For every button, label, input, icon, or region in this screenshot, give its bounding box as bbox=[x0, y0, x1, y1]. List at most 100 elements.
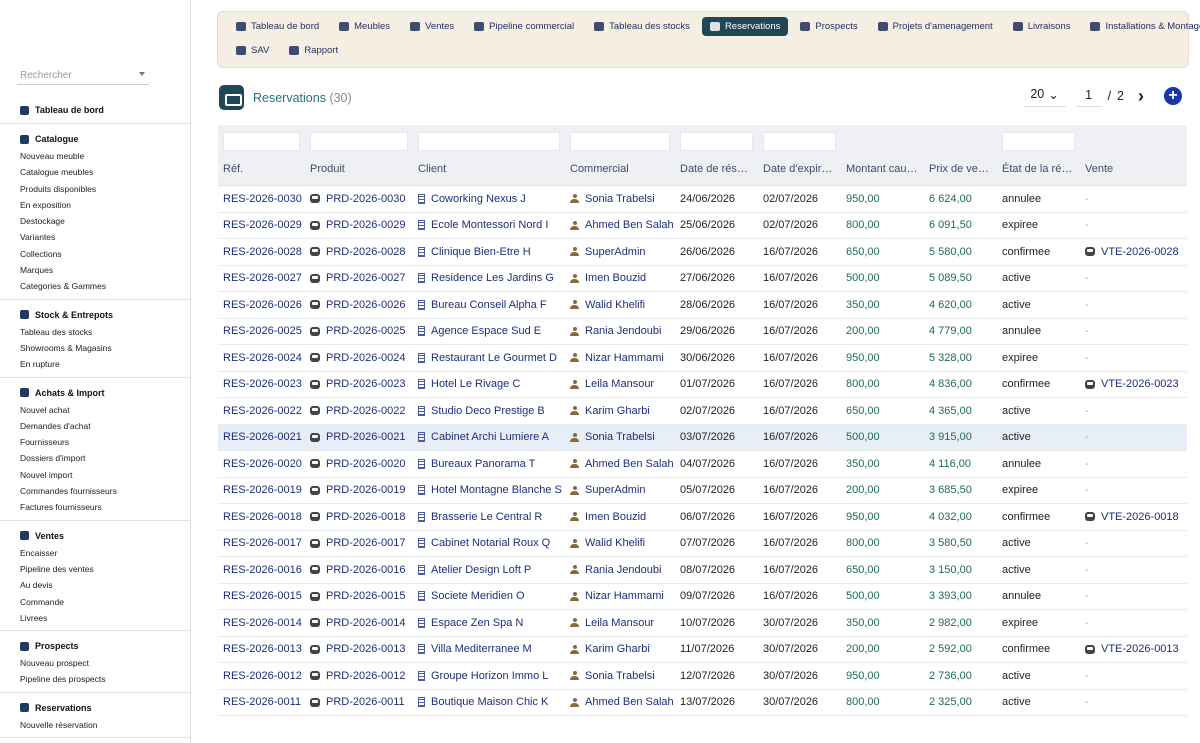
reservation-link[interactable]: RES-2026-0030 bbox=[223, 193, 302, 205]
client-link[interactable]: Brasserie Le Central R bbox=[418, 511, 560, 523]
reservation-link[interactable]: RES-2026-0027 bbox=[223, 272, 302, 284]
reservation-link[interactable]: RES-2026-0014 bbox=[223, 617, 302, 629]
reservation-link[interactable]: RES-2026-0024 bbox=[223, 352, 302, 364]
client-link[interactable]: Restaurant Le Gourmet D bbox=[418, 352, 560, 364]
menu-item[interactable]: Marques bbox=[0, 262, 190, 278]
table-row[interactable]: RES-2026-0016 PRD-2026-0016 Atelier Design… bbox=[218, 556, 1187, 584]
reservation-link[interactable]: RES-2026-0025 bbox=[223, 325, 302, 337]
table-row[interactable]: RES-2026-0013 PRD-2026-0013 Villa Mediterr… bbox=[218, 636, 1187, 663]
sale-link[interactable]: VTE-2026-0013 bbox=[1085, 643, 1182, 655]
reservation-link[interactable]: RES-2026-0011 bbox=[223, 696, 301, 708]
menu-item[interactable]: Collections bbox=[0, 246, 190, 262]
table-row[interactable]: RES-2026-0029 PRD-2026-0029 Ecole Montesso… bbox=[218, 212, 1187, 239]
menu-item[interactable]: Pipeline des ventes bbox=[0, 561, 190, 577]
column-filter-input[interactable] bbox=[763, 131, 836, 151]
nav-tab-tableau-de-bord[interactable]: Tableau de bord bbox=[228, 17, 327, 36]
column-header[interactable]: Commercial bbox=[565, 153, 675, 186]
reservation-link[interactable]: RES-2026-0021 bbox=[223, 431, 302, 443]
menu-item[interactable]: Fournisseurs bbox=[0, 434, 190, 450]
column-header[interactable]: Produit bbox=[305, 153, 413, 186]
commercial-link[interactable]: Sonia Trabelsi bbox=[570, 670, 670, 682]
product-link[interactable]: PRD-2026-0020 bbox=[310, 458, 408, 470]
menu-item[interactable]: Pipeline des prospects bbox=[0, 671, 190, 687]
nav-tab-sav[interactable]: SAV bbox=[228, 41, 277, 60]
column-filter-input[interactable] bbox=[570, 131, 670, 151]
column-filter-input[interactable] bbox=[310, 131, 408, 151]
sale-link[interactable]: VTE-2026-0023 bbox=[1085, 378, 1182, 390]
reservation-link[interactable]: RES-2026-0026 bbox=[223, 299, 302, 311]
product-link[interactable]: PRD-2026-0018 bbox=[310, 511, 408, 523]
client-link[interactable]: Boutique Maison Chic K bbox=[418, 696, 560, 708]
product-link[interactable]: PRD-2026-0024 bbox=[310, 352, 408, 364]
commercial-link[interactable]: Rania Jendoubi bbox=[570, 325, 670, 337]
commercial-link[interactable]: Rania Jendoubi bbox=[570, 564, 670, 576]
menu-section-title[interactable]: Prospects bbox=[0, 637, 190, 655]
client-link[interactable]: Hotel Montagne Blanche S bbox=[418, 484, 562, 496]
column-filter-input[interactable] bbox=[680, 131, 753, 151]
nav-tab-tableau-des-stocks[interactable]: Tableau des stocks bbox=[586, 17, 698, 36]
client-link[interactable]: Agence Espace Sud E bbox=[418, 325, 560, 337]
menu-section-title[interactable]: Catalogue bbox=[0, 130, 190, 148]
table-row[interactable]: RES-2026-0023 PRD-2026-0023 Hotel Le Rivag… bbox=[218, 371, 1187, 398]
column-header[interactable]: Vente bbox=[1080, 153, 1187, 186]
commercial-link[interactable]: Sonia Trabelsi bbox=[570, 431, 670, 443]
product-link[interactable]: PRD-2026-0019 bbox=[310, 484, 408, 496]
product-link[interactable]: PRD-2026-0021 bbox=[310, 431, 408, 443]
table-row[interactable]: RES-2026-0017 PRD-2026-0017 Cabinet Notari… bbox=[218, 530, 1187, 557]
menu-section-title[interactable]: Stock & Entrepots bbox=[0, 306, 190, 324]
product-link[interactable]: PRD-2026-0014 bbox=[310, 617, 408, 629]
menu-item[interactable]: Au devis bbox=[0, 577, 190, 593]
commercial-link[interactable]: Nizar Hammami bbox=[570, 590, 670, 602]
client-link[interactable]: Groupe Horizon Immo L bbox=[418, 670, 560, 682]
product-link[interactable]: PRD-2026-0027 bbox=[310, 272, 408, 284]
commercial-link[interactable]: Leila Mansour bbox=[570, 617, 670, 629]
commercial-link[interactable]: SuperAdmin bbox=[570, 484, 670, 496]
client-link[interactable]: Clinique Bien-Etre H bbox=[418, 246, 560, 258]
client-link[interactable]: Societe Meridien O bbox=[418, 590, 560, 602]
product-link[interactable]: PRD-2026-0028 bbox=[310, 246, 408, 258]
reservation-link[interactable]: RES-2026-0029 bbox=[223, 219, 302, 231]
menu-item[interactable]: En rupture bbox=[0, 356, 190, 372]
column-header[interactable]: Date d'expir… bbox=[758, 153, 841, 186]
search-select[interactable]: Rechercher bbox=[17, 66, 149, 85]
table-row[interactable]: RES-2026-0021 PRD-2026-0021 Cabinet Archi … bbox=[218, 424, 1187, 451]
table-row[interactable]: RES-2026-0015 PRD-2026-0015 Societe Meridi… bbox=[218, 583, 1187, 610]
nav-tab-projets-d-amenagement[interactable]: Projets d'amenagement bbox=[870, 17, 1001, 36]
menu-item[interactable]: Nouvel achat bbox=[0, 402, 190, 418]
product-link[interactable]: PRD-2026-0026 bbox=[310, 299, 408, 311]
product-link[interactable]: PRD-2026-0025 bbox=[310, 325, 408, 337]
plus-circle-icon[interactable]: + bbox=[1164, 87, 1182, 105]
menu-item[interactable]: Categories & Gammes bbox=[0, 278, 190, 294]
client-link[interactable]: Coworking Nexus J bbox=[418, 193, 560, 205]
menu-item[interactable]: Catalogue meubles bbox=[0, 164, 190, 180]
table-row[interactable]: RES-2026-0030 PRD-2026-0030 Coworking Nexu… bbox=[218, 185, 1187, 213]
column-header[interactable]: État de la ré… bbox=[997, 153, 1080, 186]
menu-item[interactable]: En exposition bbox=[0, 197, 190, 213]
nav-tab-prospects[interactable]: Prospects bbox=[792, 17, 865, 36]
menu-item[interactable]: Nouvel import bbox=[0, 467, 190, 483]
table-row[interactable]: RES-2026-0014 PRD-2026-0014 Espace Zen Spa… bbox=[218, 609, 1187, 637]
client-link[interactable]: Studio Deco Prestige B bbox=[418, 405, 560, 417]
table-row[interactable]: RES-2026-0028 PRD-2026-0028 Clinique Bien-… bbox=[218, 238, 1187, 266]
product-link[interactable]: PRD-2026-0023 bbox=[310, 378, 408, 390]
column-filter-input[interactable] bbox=[418, 131, 560, 151]
client-link[interactable]: Ecole Montessori Nord I bbox=[418, 219, 560, 231]
per-page-select[interactable]: 20 ⌄ bbox=[1023, 85, 1066, 107]
column-header[interactable]: Date de rése… bbox=[675, 153, 758, 186]
table-row[interactable]: RES-2026-0012 PRD-2026-0012 Groupe Horizon… bbox=[218, 662, 1187, 690]
reservation-link[interactable]: RES-2026-0018 bbox=[223, 511, 302, 523]
client-link[interactable]: Atelier Design Loft P bbox=[418, 564, 560, 576]
client-link[interactable]: Cabinet Notarial Roux Q bbox=[418, 537, 560, 549]
reservation-link[interactable]: RES-2026-0016 bbox=[223, 564, 302, 576]
product-link[interactable]: PRD-2026-0013 bbox=[310, 643, 408, 655]
caret-down-icon[interactable] bbox=[139, 72, 145, 76]
client-link[interactable]: Espace Zen Spa N bbox=[418, 617, 560, 629]
table-row[interactable]: RES-2026-0026 PRD-2026-0026 Bureau Conseil… bbox=[218, 291, 1187, 319]
menu-item[interactable]: Livrees bbox=[0, 610, 190, 626]
menu-item[interactable]: Factures fournisseurs bbox=[0, 499, 190, 515]
menu-item[interactable]: Commandes fournisseurs bbox=[0, 483, 190, 499]
client-link[interactable]: Bureau Conseil Alpha F bbox=[418, 299, 560, 311]
reservation-link[interactable]: RES-2026-0028 bbox=[223, 246, 302, 258]
table-row[interactable]: RES-2026-0027 PRD-2026-0027 Residence Les … bbox=[218, 265, 1187, 292]
menu-item[interactable]: Nouveau meuble bbox=[0, 148, 190, 164]
